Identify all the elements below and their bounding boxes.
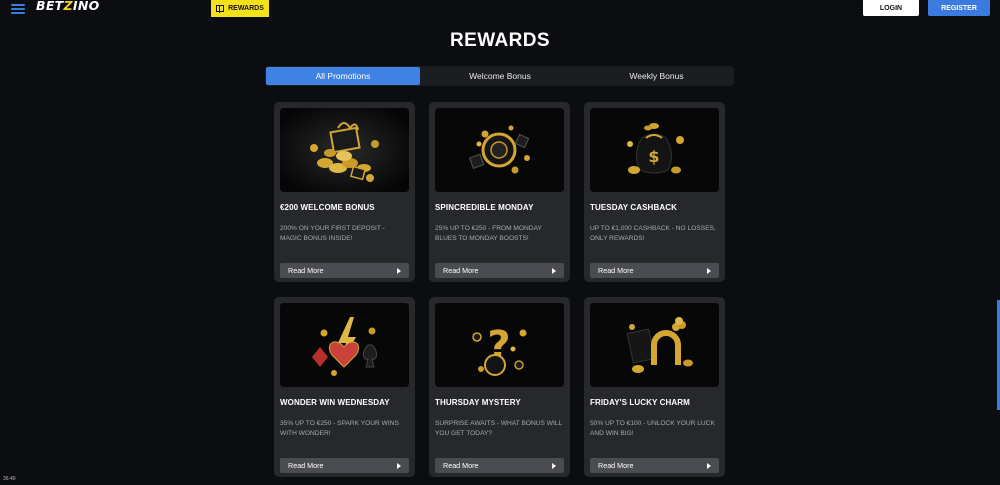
promo-card-spincredible-monday[interactable]: SPINCREDIBLE MONDAY 25% UP TO €250 - FRO… — [429, 102, 570, 282]
card-description: SURPRISE AWAITS - WHAT BONUS WILL YOU GE… — [435, 420, 562, 437]
gift-box-coins-icon — [280, 108, 409, 192]
svg-text:$: $ — [648, 147, 659, 166]
card-suits-lightning-icon — [280, 303, 409, 387]
promo-card-welcome-bonus[interactable]: €200 WELCOME BONUS 200% ON YOUR FIRST DE… — [274, 102, 415, 282]
logo[interactable]: BETZINO — [36, 0, 100, 13]
play-arrow-icon — [552, 267, 556, 274]
question-mark-icon: ? — [435, 303, 564, 387]
roulette-dice-icon — [435, 108, 564, 192]
horseshoe-clover-icon — [590, 303, 719, 387]
rewards-button-label: REWARDS — [228, 5, 264, 12]
play-arrow-icon — [552, 462, 556, 469]
promotion-tabs: All Promotions Welcome Bonus Weekly Bonu… — [265, 66, 734, 86]
card-title: SPINCREDIBLE MONDAY — [435, 203, 534, 212]
card-title: THURSDAY MYSTERY — [435, 398, 521, 407]
promo-card-fridays-lucky-charm[interactable]: FRIDAY'S LUCKY CHARM 50% UP TO €100 - UN… — [584, 297, 725, 477]
card-title: FRIDAY'S LUCKY CHARM — [590, 398, 690, 407]
logo-text-right: INO — [72, 0, 100, 13]
promo-card-thursday-mystery[interactable]: ? THURSDAY MYSTERY SURPRISE AWAITS - WHA… — [429, 297, 570, 477]
play-arrow-icon — [707, 462, 711, 469]
read-more-label: Read More — [598, 266, 634, 275]
read-more-button[interactable]: Read More — [590, 458, 719, 473]
card-description: 50% UP TO €100 - UNLOCK YOUR LUCK AND WI… — [590, 420, 715, 437]
read-more-button[interactable]: Read More — [590, 263, 719, 278]
read-more-label: Read More — [443, 461, 479, 470]
play-arrow-icon — [397, 462, 401, 469]
read-more-label: Read More — [598, 461, 634, 470]
read-more-label: Read More — [288, 461, 324, 470]
read-more-label: Read More — [443, 266, 479, 275]
card-title: WONDER WIN WEDNESDAY — [280, 398, 390, 407]
logo-text-left: BET — [36, 0, 64, 13]
gift-icon — [216, 5, 225, 13]
card-description: 35% UP TO €250 - SPARK YOUR WINS WITH WO… — [280, 420, 399, 437]
card-title: €200 WELCOME BONUS — [280, 203, 375, 212]
read-more-button[interactable]: Read More — [280, 263, 409, 278]
card-description: 200% ON YOUR FIRST DEPOSIT - MAGIC BONUS… — [280, 225, 385, 242]
read-more-button[interactable]: Read More — [435, 263, 564, 278]
read-more-button[interactable]: Read More — [280, 458, 409, 473]
card-description: UP TO €1,000 CASHBACK - NO LOSSES, ONLY … — [590, 225, 716, 242]
money-bag-icon: $ — [590, 108, 719, 192]
promo-card-wonder-win-wednesday[interactable]: WONDER WIN WEDNESDAY 35% UP TO €250 - SP… — [274, 297, 415, 477]
timestamp: 36:40 — [3, 476, 16, 482]
tab-welcome-bonus[interactable]: Welcome Bonus — [421, 66, 579, 86]
play-arrow-icon — [707, 267, 711, 274]
login-button[interactable]: LOGIN — [863, 0, 919, 16]
play-arrow-icon — [397, 267, 401, 274]
promo-card-tuesday-cashback[interactable]: $ TUESDAY CASHBACK UP TO €1,000 CASHBACK… — [584, 102, 725, 282]
tab-all-promotions[interactable]: All Promotions — [266, 67, 420, 85]
logo-text-z: Z — [63, 0, 73, 13]
page-title: REWARDS — [450, 30, 550, 51]
hamburger-menu-icon[interactable] — [11, 2, 25, 14]
card-description: 25% UP TO €250 - FROM MONDAY BLUES TO MO… — [435, 225, 542, 242]
card-title: TUESDAY CASHBACK — [590, 203, 677, 212]
tab-weekly-bonus[interactable]: Weekly Bonus — [579, 66, 734, 86]
top-bar — [0, 0, 1000, 17]
read-more-label: Read More — [288, 266, 324, 275]
read-more-button[interactable]: Read More — [435, 458, 564, 473]
register-button[interactable]: REGISTER — [928, 0, 990, 16]
rewards-button[interactable]: REWARDS — [211, 0, 269, 17]
